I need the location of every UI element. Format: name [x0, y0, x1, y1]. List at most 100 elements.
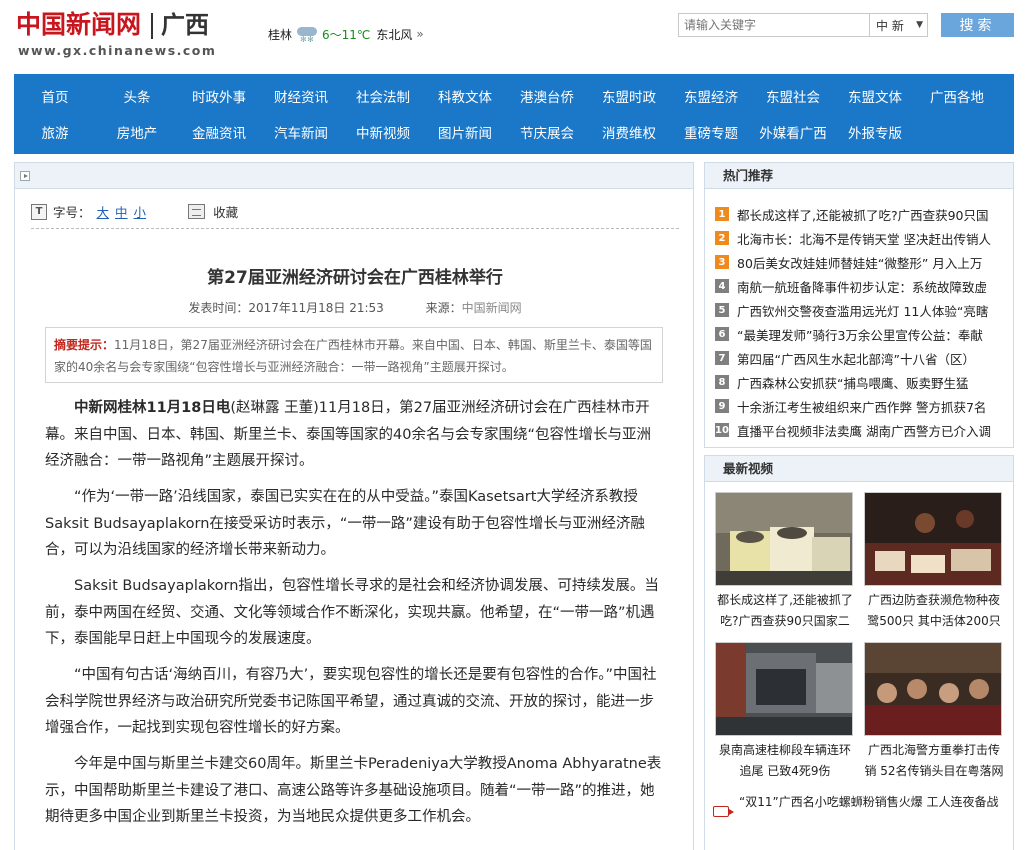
nav-item[interactable]: 东盟经济 — [670, 78, 752, 114]
font-size-icon: T — [31, 203, 47, 220]
hot-list-item[interactable]: 4 南航一航班备降事件初步认定：系统故障致虚 — [715, 274, 1013, 298]
article-paragraph: 今年是中国与斯里兰卡建交60周年。斯里兰卡Peradeniya大学教授Anoma… — [45, 756, 662, 825]
nav-item[interactable]: 重磅专题 — [670, 114, 752, 150]
rank-badge: 6 — [715, 327, 729, 341]
nav-item[interactable]: 中新视频 — [342, 114, 424, 150]
video-caption[interactable]: 广西边防查获濒危物种夜鹭500只 其中活体200只 — [864, 590, 1004, 632]
rank-badge: 4 — [715, 279, 729, 293]
hot-list-item[interactable]: 5 广西钦州交警夜查滥用远光灯 11人体验“亮瞎 — [715, 298, 1013, 322]
hot-list-item[interactable]: 6 “最美理发师”骑行3万余公里宣传公益：奉献 — [715, 322, 1013, 346]
nav-item[interactable]: 东盟文体 — [834, 78, 916, 114]
video-item[interactable]: 广西边防查获濒危物种夜鹭500只 其中活体200只 — [864, 492, 1004, 632]
font-size-medium[interactable]: 中 — [115, 202, 128, 221]
publish-time: 2017年11月18日 21:53 — [248, 301, 384, 315]
nav-item[interactable]: 财经资讯 — [260, 78, 342, 114]
hot-item-text[interactable]: 第四届“广西风生水起北部湾”十八省（区） — [737, 349, 975, 368]
hot-recommendations: 热门推荐 1 都长成这样了,还能被抓了吃?广西查获90只国 2 北海市长：北海不是传销… — [704, 162, 1014, 448]
search-scope-select[interactable]: 中 新 ▼ — [870, 13, 928, 37]
nav-item[interactable]: 图片新闻 — [424, 114, 506, 150]
article-paragraph: “作为‘一带一路’沿线国家，泰国已实实在在的从中受益。”泰国Kasetsart大… — [45, 489, 645, 558]
article-panel: T 字号： 大 中 小 收藏 第27届亚洲经济研讨会在广西桂林举行 发表时间：2… — [14, 162, 694, 850]
nav-item[interactable]: 金融资讯 — [178, 114, 260, 150]
article-tools: T 字号： 大 中 小 收藏 — [31, 195, 679, 229]
printer-icon — [188, 204, 206, 219]
video-item[interactable]: 泉南高速桂柳段车辆连环追尾 已致4死9伤 — [715, 642, 855, 782]
video-thumbnail[interactable] — [715, 642, 853, 736]
video-caption[interactable]: 泉南高速桂柳段车辆连环追尾 已致4死9伤 — [715, 740, 855, 782]
weather-temp: 6～11℃ — [322, 27, 371, 42]
video-thumbnail[interactable] — [715, 492, 853, 586]
video-caption[interactable]: 都长成这样了,还能被抓了吃?广西查获90只国家二级保护动物 — [715, 590, 855, 632]
rank-badge: 9 — [715, 399, 729, 413]
hot-item-text[interactable]: 80后美女改娃娃师替娃娃“微整形” 月入上万 — [737, 253, 982, 272]
hot-list-item[interactable]: 3 80后美女改娃娃师替娃娃“微整形” 月入上万 — [715, 250, 1013, 274]
video-item[interactable]: 都长成这样了,还能被抓了吃?广西查获90只国家二级保护动物 — [715, 492, 855, 632]
play-icon[interactable] — [20, 171, 30, 181]
nav-item[interactable]: 东盟时政 — [588, 78, 670, 114]
font-size-small[interactable]: 小 — [134, 202, 147, 221]
hot-list-item[interactable]: 7 第四届“广西风生水起北部湾”十八省（区） — [715, 346, 1013, 370]
hot-list-item[interactable]: 9 十余浙江考生被组织来广西作弊 警方抓获7名 — [715, 394, 1013, 418]
favorite-button[interactable]: 收藏 — [188, 202, 238, 221]
nav-item[interactable]: 旅游 — [14, 114, 96, 150]
video-text-link[interactable]: “双11”广西名小吃螺蛳粉销售火爆 工人连夜备战 — [713, 792, 1003, 817]
dateline: 中新网桂林11月18日电 — [74, 400, 231, 416]
hot-item-text[interactable]: 十余浙江考生被组织来广西作弊 警方抓获7名 — [737, 397, 986, 416]
hot-list: 1 都长成这样了,还能被抓了吃?广西查获90只国 2 北海市长：北海不是传销天堂 坚决… — [705, 189, 1013, 442]
nav-row-2: 旅游 房地产 金融资讯 汽车新闻 中新视频 图片新闻 节庆展会 消费维权 重磅专题 外媒看广西 外报… — [14, 114, 916, 150]
hot-item-text[interactable]: 广西钦州交警夜查滥用远光灯 11人体验“亮瞎 — [737, 301, 988, 320]
nav-item[interactable]: 头条 — [96, 78, 178, 114]
nav-item[interactable]: 东盟社会 — [752, 78, 834, 114]
nav-item[interactable]: 社会法制 — [342, 78, 424, 114]
nav-item[interactable]: 广西各地 — [916, 78, 998, 114]
logo-region: 广西 — [161, 11, 209, 39]
video-caption[interactable]: 广西北海警方重拳打击传销 52名传销头目在粤落网 — [864, 740, 1004, 782]
article-title: 第27届亚洲经济研讨会在广西桂林举行 — [207, 268, 503, 288]
hot-item-text[interactable]: 广西森林公安抓获“捕鸟喂鹰、贩卖野生猛 — [737, 373, 968, 392]
video-thumbnail[interactable] — [864, 492, 1002, 586]
weather-widget[interactable]: 桂林 ✻ ✻ 6～11℃ 东北风 » — [268, 24, 424, 44]
hot-list-item[interactable]: 10 直播平台视频非法卖鹰 湖南广西警方已介入调 — [715, 418, 1013, 442]
nav-item[interactable]: 科教文体 — [424, 78, 506, 114]
site-logo[interactable]: 中国新闻网 广西 www.gx.chinanews.com — [16, 10, 221, 60]
hot-item-text[interactable]: 北海市长：北海不是传销天堂 坚决赶出传销人 — [737, 229, 991, 248]
hot-list-item[interactable]: 8 广西森林公安抓获“捕鸟喂鹰、贩卖野生猛 — [715, 370, 1013, 394]
hot-title: 热门推荐 — [705, 163, 1013, 189]
favorite-label: 收藏 — [213, 205, 239, 220]
nav-item[interactable]: 节庆展会 — [506, 114, 588, 150]
hot-item-text[interactable]: 南航一航班备降事件初步认定：系统故障致虚 — [737, 277, 987, 296]
nav-item[interactable]: 汽车新闻 — [260, 114, 342, 150]
nav-item[interactable]: 港澳台侨 — [506, 78, 588, 114]
font-size-large[interactable]: 大 — [97, 202, 110, 221]
weather-wind: 东北风 — [376, 27, 413, 42]
rank-badge: 2 — [715, 231, 729, 245]
search-scope-value: 中 新 — [876, 18, 904, 33]
hot-list-item[interactable]: 2 北海市长：北海不是传销天堂 坚决赶出传销人 — [715, 226, 1013, 250]
video-item[interactable]: 广西北海警方重拳打击传销 52名传销头目在粤落网 — [864, 642, 1004, 782]
nav-item[interactable]: 外报专版 — [834, 114, 916, 150]
article-paragraph: “中国有句古话‘海纳百川，有容乃大’，要实现包容性的增长还是要有包容性的合作。”… — [45, 667, 657, 736]
search-button[interactable]: 搜索 — [941, 13, 1014, 37]
nav-item[interactable]: 外媒看广西 — [752, 114, 834, 150]
publish-time-label: 发表时间： — [188, 301, 249, 315]
nav-item[interactable]: 消费维权 — [588, 114, 670, 150]
nav-item[interactable]: 房地产 — [96, 114, 178, 150]
nav-item[interactable]: 首页 — [14, 78, 96, 114]
rank-badge: 3 — [715, 255, 729, 269]
hot-item-text[interactable]: 直播平台视频非法卖鹰 湖南广西警方已介入调 — [737, 421, 991, 440]
hot-list-item[interactable]: 1 都长成这样了,还能被抓了吃?广西查获90只国 — [715, 202, 1013, 226]
hot-item-text[interactable]: “最美理发师”骑行3万余公里宣传公益：奉献 — [737, 325, 983, 344]
weather-more-icon[interactable]: » — [416, 27, 423, 41]
summary-label: 摘要提示： — [54, 338, 115, 352]
video-thumbnail[interactable] — [864, 642, 1002, 736]
article-panel-header — [15, 163, 693, 189]
rank-badge: 1 — [715, 207, 729, 221]
nav-item[interactable]: 时政外事 — [178, 78, 260, 114]
search-input[interactable] — [678, 13, 870, 37]
font-size-group: T 字号： 大 中 小 — [31, 202, 146, 221]
source-value[interactable]: 中国新闻网 — [462, 301, 522, 315]
main-nav: 首页 头条 时政外事 财经资讯 社会法制 科教文体 港澳台侨 东盟时政 东盟经济 东盟社会 东盟文体… — [14, 74, 1014, 154]
nav-row-1: 首页 头条 时政外事 财经资讯 社会法制 科教文体 港澳台侨 东盟时政 东盟经济 东盟社会 东盟文体… — [14, 78, 998, 114]
chevron-down-icon: ▼ — [916, 20, 923, 30]
hot-item-text[interactable]: 都长成这样了,还能被抓了吃?广西查获90只国 — [737, 205, 989, 224]
